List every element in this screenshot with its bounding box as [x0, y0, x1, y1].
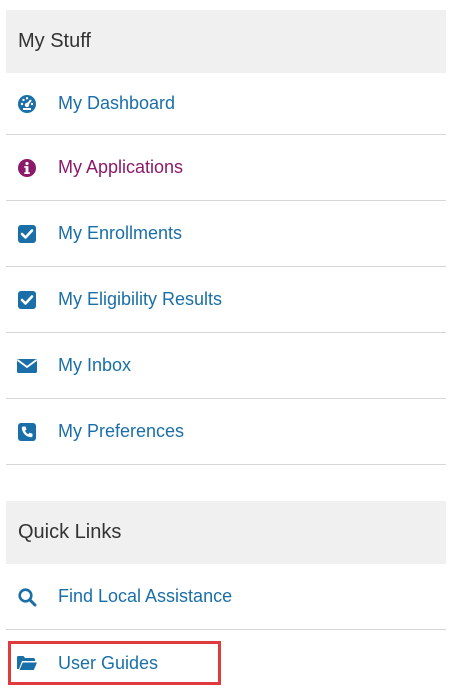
nav-label-user-guides: User Guides	[58, 652, 159, 673]
nav-label-my-enrollments: My Enrollments	[58, 223, 183, 243]
nav-item-my-applications[interactable]: My Applications	[6, 135, 446, 201]
nav-label-find-local-assistance: Find Local Assistance	[58, 586, 233, 606]
nav-item-my-inbox[interactable]: My Inbox	[6, 333, 446, 399]
checkbox-icon	[16, 289, 38, 311]
nav-item-user-guides[interactable]: User Guides	[6, 630, 446, 696]
quick-links-header: Quick Links	[6, 501, 446, 564]
phone-icon	[16, 421, 38, 443]
nav-label-my-inbox: My Inbox	[58, 355, 132, 375]
dashboard-icon	[16, 93, 38, 115]
folder-open-icon	[16, 652, 38, 674]
nav-item-find-local-assistance[interactable]: Find Local Assistance	[6, 564, 446, 630]
search-icon	[16, 586, 38, 608]
nav-item-my-eligibility-results[interactable]: My Eligibility Results	[6, 267, 446, 333]
quick-links-title: Quick Links	[18, 521, 122, 543]
envelope-icon	[16, 355, 38, 377]
my-stuff-panel: My Stuff My Dashboard My Applications My…	[6, 10, 446, 465]
quick-links-panel: Quick Links Find Local Assistance User G…	[6, 501, 446, 696]
nav-item-my-preferences[interactable]: My Preferences	[6, 399, 446, 465]
nav-item-my-dashboard[interactable]: My Dashboard	[6, 73, 446, 135]
my-stuff-header: My Stuff	[6, 10, 446, 73]
checkbox-icon	[16, 223, 38, 245]
nav-item-my-enrollments[interactable]: My Enrollments	[6, 201, 446, 267]
info-circle-icon	[16, 157, 38, 179]
nav-label-my-applications: My Applications	[58, 157, 184, 177]
nav-label-my-eligibility-results: My Eligibility Results	[58, 289, 223, 309]
nav-label-my-dashboard: My Dashboard	[58, 93, 176, 113]
nav-label-my-preferences: My Preferences	[58, 421, 185, 441]
my-stuff-title: My Stuff	[18, 30, 91, 52]
